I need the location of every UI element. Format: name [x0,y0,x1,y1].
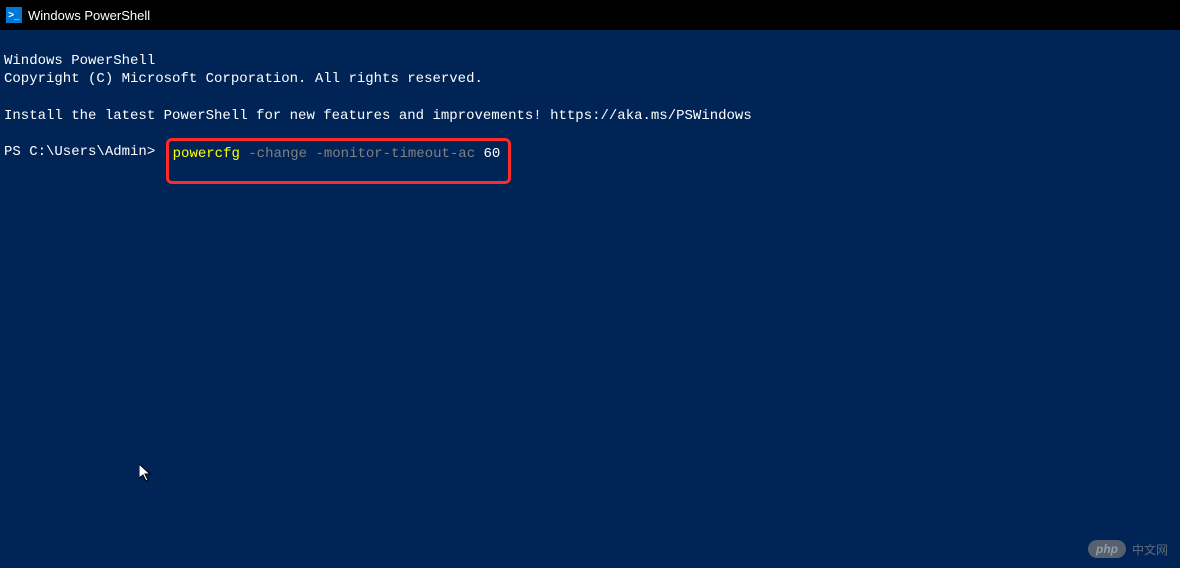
prompt-text: PS C:\Users\Admin> [4,143,164,161]
command-highlight-box: powercfg -change -monitor-timeout-ac 60 [166,138,512,184]
terminal-header-line1: Windows PowerShell [4,53,155,69]
command-name: powercfg [173,145,240,163]
mouse-cursor-icon [139,464,155,484]
watermark-badge: php [1088,540,1126,558]
window-title: Windows PowerShell [28,8,150,23]
watermark: php 中文网 [1088,540,1168,558]
terminal-header-line2: Copyright (C) Microsoft Corporation. All… [4,71,483,87]
powershell-icon-glyph: >_ [8,10,19,21]
prompt-line: PS C:\Users\Admin> powercfg -change -mon… [4,143,1176,189]
watermark-text: 中文网 [1132,541,1168,558]
command-args-white: 60 [475,145,500,163]
terminal-install-message: Install the latest PowerShell for new fe… [4,108,752,124]
command-args-gray: -change -monitor-timeout-ac [240,145,475,163]
powershell-icon: >_ [6,7,22,23]
terminal-area[interactable]: Windows PowerShell Copyright (C) Microso… [0,30,1180,212]
window-titlebar[interactable]: >_ Windows PowerShell [0,0,1180,30]
